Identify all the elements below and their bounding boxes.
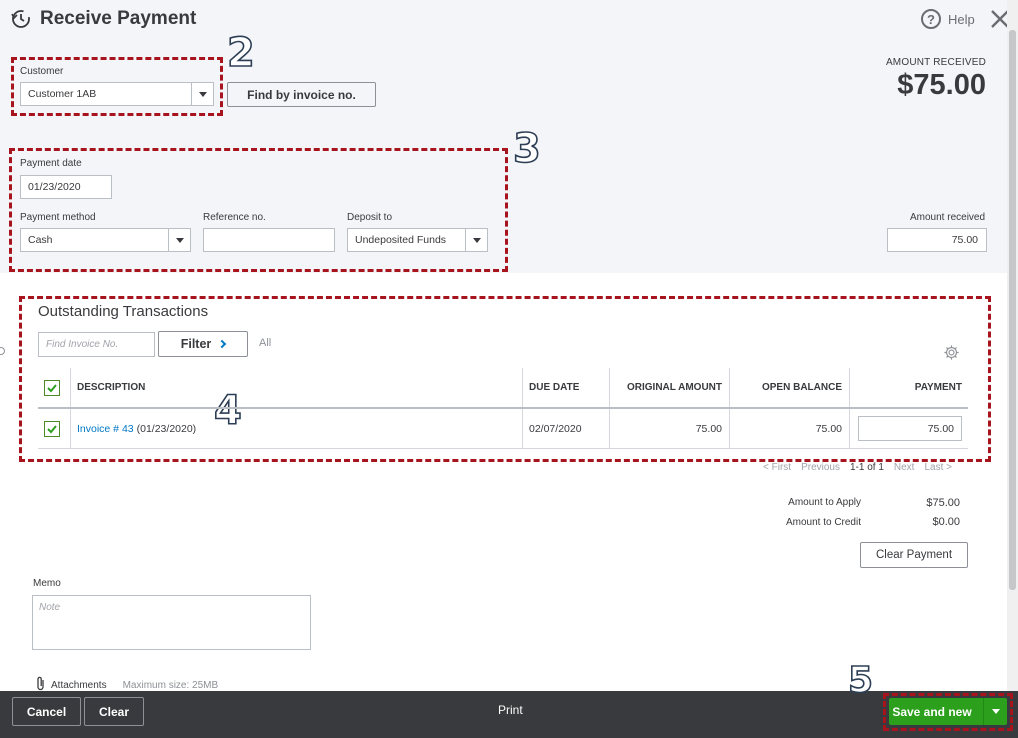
title-bar: Receive Payment xyxy=(10,8,196,30)
amount-received-label: AMOUNT RECEIVED xyxy=(885,57,986,68)
payment-input-value: 75.00 xyxy=(927,422,954,435)
chevron-right-icon xyxy=(218,339,227,349)
payment-input[interactable]: 75.00 xyxy=(858,416,962,441)
cancel-button[interactable]: Cancel xyxy=(12,697,81,726)
filter-all-label: All xyxy=(259,337,272,349)
memo-textarea[interactable]: Note xyxy=(32,595,311,650)
step-number-2: 2 xyxy=(226,29,255,77)
page-title: Receive Payment xyxy=(40,8,197,29)
invoice-date: (01/23/2020) xyxy=(136,422,197,435)
col-description[interactable]: DESCRIPTION xyxy=(77,368,145,407)
amount-received-field-label: Amount received xyxy=(910,212,986,223)
annotation-box-payment xyxy=(9,148,508,272)
amount-to-apply-label: Amount to Apply xyxy=(788,497,861,508)
step-number-5: 5 xyxy=(847,659,874,702)
help-label: Help xyxy=(948,11,975,27)
annotation-box-save xyxy=(883,693,1013,731)
col-due-date[interactable]: DUE DATE xyxy=(529,368,579,407)
row-checkbox[interactable] xyxy=(44,420,60,437)
filter-button[interactable]: Filter xyxy=(158,331,248,357)
pager-last[interactable]: Last > xyxy=(924,462,952,473)
amount-to-credit-value: $0.00 xyxy=(932,516,960,528)
amount-to-apply-value: $75.00 xyxy=(926,497,960,509)
filter-label: Filter xyxy=(180,337,212,351)
row-due-date: 02/07/2020 xyxy=(529,422,582,435)
history-icon[interactable] xyxy=(10,8,32,30)
invoice-search-placeholder: Find Invoice No. xyxy=(46,339,119,350)
row-payment-cell: 75.00 xyxy=(858,409,962,448)
col-payment[interactable]: PAYMENT xyxy=(849,368,962,407)
select-all-checkbox[interactable] xyxy=(44,379,60,396)
invoice-search-input[interactable]: Find Invoice No. xyxy=(38,332,155,357)
row-select-cell xyxy=(44,409,64,448)
amount-to-credit-label: Amount to Credit xyxy=(785,517,861,528)
attachments-max-size: Maximum size: 25MB xyxy=(122,679,219,691)
find-by-invoice-button[interactable]: Find by invoice no. xyxy=(227,82,376,107)
invoice-link[interactable]: Invoice # 43 xyxy=(77,423,134,435)
clear-button[interactable]: Clear xyxy=(84,697,144,726)
gear-icon[interactable] xyxy=(943,344,960,361)
select-all-cell xyxy=(44,368,64,407)
step-number-3: 3 xyxy=(512,125,541,173)
pager-range: 1-1 of 1 xyxy=(849,462,884,473)
table-row: Invoice # 43 (01/23/2020) 02/07/2020 75.… xyxy=(38,409,968,449)
annotation-box-customer xyxy=(11,57,223,116)
help-button[interactable]: ? Help xyxy=(921,9,975,29)
col-original-amount[interactable]: ORIGINAL AMOUNT xyxy=(609,368,722,407)
attachments-label: Attachments xyxy=(51,679,107,691)
scrollbar[interactable] xyxy=(1007,0,1018,691)
memo-label: Memo xyxy=(33,578,61,589)
scrollbar-thumb[interactable] xyxy=(1009,30,1016,590)
pagination: < First Previous 1-1 of 1 Next Last > xyxy=(763,462,952,473)
pager-first[interactable]: < First xyxy=(763,462,791,473)
pager-previous[interactable]: Previous xyxy=(801,462,840,473)
help-icon: ? xyxy=(921,9,941,29)
amount-received-value: $75.00 xyxy=(897,69,986,101)
amount-received-field-value: 75.00 xyxy=(951,234,978,246)
table-header: DESCRIPTION DUE DATE ORIGINAL AMOUNT OPE… xyxy=(38,368,968,409)
amount-received-field[interactable]: 75.00 xyxy=(887,228,987,252)
row-open-balance: 75.00 xyxy=(815,422,842,435)
print-button[interactable]: Print xyxy=(498,703,523,717)
pager-next[interactable]: Next xyxy=(894,462,915,473)
memo-placeholder: Note xyxy=(39,602,61,613)
outstanding-title: Outstanding Transactions xyxy=(38,303,209,320)
col-open-balance[interactable]: OPEN BALANCE xyxy=(729,368,842,407)
clear-payment-button[interactable]: Clear Payment xyxy=(860,542,968,568)
row-original-amount: 75.00 xyxy=(695,422,722,435)
row-description: Invoice # 43 (01/23/2020) xyxy=(77,409,196,448)
